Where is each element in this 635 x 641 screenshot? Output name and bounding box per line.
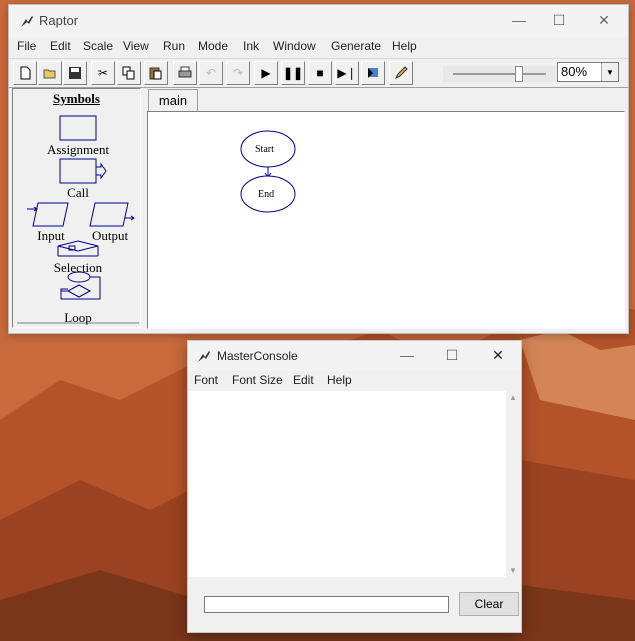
- scroll-up-icon[interactable]: ▲: [509, 393, 517, 402]
- pen-button[interactable]: [389, 61, 413, 85]
- flowchart-drawing: [240, 130, 296, 213]
- raptor-window: Raptor — ☐ ✕ File Edit Scale View Run Mo…: [8, 4, 629, 334]
- slider-line: [453, 73, 546, 75]
- menu-run[interactable]: Run: [163, 39, 185, 53]
- menu-edit[interactable]: Edit: [293, 373, 314, 387]
- pen-icon: [394, 66, 408, 80]
- menu-font-size[interactable]: Font Size: [232, 373, 283, 387]
- stop-button[interactable]: ■: [308, 61, 332, 85]
- copy-button[interactable]: [117, 61, 141, 85]
- maximize-button[interactable]: ☐: [536, 5, 582, 35]
- pause-button[interactable]: ❚❚: [281, 61, 305, 85]
- console-output-area[interactable]: ▲ ▼: [189, 391, 520, 577]
- window-title: Raptor: [39, 13, 79, 28]
- output-symbol-icon: [89, 202, 135, 227]
- menu-font[interactable]: Font: [194, 373, 218, 387]
- menu-edit[interactable]: Edit: [50, 39, 71, 53]
- console-minimize-button[interactable]: —: [384, 341, 430, 369]
- menu-ink[interactable]: Ink: [243, 39, 259, 53]
- close-button[interactable]: ✕: [581, 5, 627, 35]
- call-symbol-icon: [59, 158, 107, 184]
- menu-help[interactable]: Help: [392, 39, 417, 53]
- redo-icon: ↷: [232, 66, 244, 80]
- minimize-icon: —: [512, 12, 526, 28]
- new-icon: [20, 66, 31, 80]
- zoom-slider[interactable]: [443, 66, 556, 82]
- end-label: End: [258, 189, 275, 200]
- input-label[interactable]: Input: [29, 228, 73, 244]
- undo-icon: ↶: [205, 66, 217, 80]
- run-icon: ▶: [261, 66, 271, 80]
- console-title-bar[interactable]: MasterConsole — ☐ ✕: [188, 341, 521, 371]
- raptor-logo-icon: [198, 351, 210, 362]
- stop-icon: ■: [316, 66, 324, 80]
- chevron-down-icon[interactable]: ▼: [601, 63, 618, 81]
- new-button[interactable]: [13, 61, 37, 85]
- toolbar: ✂ ↶ ↷ ▶ ❚❚ ■ ▶❘ 80% ▼: [9, 58, 628, 88]
- step-button[interactable]: ▶❘: [335, 61, 359, 85]
- open-icon: [43, 69, 56, 79]
- input-symbol-icon: [27, 202, 69, 227]
- selection-label[interactable]: Selection: [43, 260, 113, 276]
- output-label[interactable]: Output: [85, 228, 135, 244]
- paste-icon: [149, 67, 162, 80]
- menu-view[interactable]: View: [123, 39, 149, 53]
- loop-label[interactable]: Loop: [53, 310, 103, 326]
- paste-button[interactable]: [144, 61, 168, 85]
- menu-window[interactable]: Window: [273, 39, 316, 53]
- minimize-icon: —: [400, 347, 414, 363]
- step-icon: ▶❘: [337, 66, 357, 80]
- print-icon: [178, 66, 192, 78]
- menu-generate[interactable]: Generate: [331, 39, 381, 53]
- redo-button[interactable]: ↷: [226, 61, 250, 85]
- menu-mode[interactable]: Mode: [198, 39, 228, 53]
- maximize-icon: ☐: [445, 346, 459, 363]
- masterconsole-window: MasterConsole — ☐ ✕ Font Font Size Edit …: [187, 340, 522, 633]
- cut-button[interactable]: ✂: [91, 61, 115, 85]
- raptor-logo-icon: [21, 16, 33, 27]
- assignment-symbol-icon: [59, 115, 97, 141]
- run-button[interactable]: ▶: [254, 61, 278, 85]
- console-maximize-button[interactable]: ☐: [429, 341, 475, 369]
- pause-icon: ❚❚: [282, 66, 304, 80]
- scroll-down-icon[interactable]: ▼: [509, 566, 517, 575]
- assignment-label[interactable]: Assignment: [43, 142, 113, 158]
- close-icon: ✕: [598, 11, 610, 28]
- zoom-select[interactable]: 80% ▼: [557, 62, 619, 82]
- clear-button[interactable]: Clear: [459, 592, 519, 616]
- title-bar[interactable]: Raptor — ☐ ✕: [9, 5, 628, 37]
- symbols-drawing: [17, 115, 139, 324]
- copy-icon: [122, 66, 135, 80]
- menu-file[interactable]: File: [17, 39, 36, 53]
- print-button[interactable]: [173, 61, 197, 85]
- test-server-button[interactable]: [361, 61, 385, 85]
- call-label[interactable]: Call: [58, 185, 98, 201]
- maximize-icon: ☐: [552, 11, 566, 28]
- console-input[interactable]: [204, 596, 449, 613]
- test-icon: [368, 68, 378, 78]
- zoom-value: 80%: [561, 64, 588, 79]
- save-button[interactable]: [63, 61, 87, 85]
- open-button[interactable]: [38, 61, 62, 85]
- slider-thumb[interactable]: [515, 66, 523, 82]
- save-icon: [69, 67, 81, 79]
- console-scrollbar[interactable]: ▲ ▼: [506, 391, 520, 577]
- loop-symbol-icon: [60, 271, 101, 300]
- start-label: Start: [255, 144, 274, 155]
- console-title: MasterConsole: [217, 349, 298, 363]
- flowchart-canvas[interactable]: Start End: [147, 111, 625, 329]
- cut-icon: ✂: [97, 66, 109, 80]
- close-icon: ✕: [492, 346, 504, 363]
- menu-bar: File Edit Scale View Run Mode Ink Window…: [9, 37, 628, 57]
- menu-scale[interactable]: Scale: [83, 39, 113, 53]
- menu-help[interactable]: Help: [327, 373, 352, 387]
- undo-button[interactable]: ↶: [199, 61, 223, 85]
- console-close-button[interactable]: ✕: [475, 341, 521, 369]
- tab-main[interactable]: main: [148, 89, 198, 111]
- console-menu-bar: Font Font Size Edit Help: [188, 371, 521, 391]
- symbols-panel: Symbols Assignment Call Input Output Sel…: [12, 88, 141, 328]
